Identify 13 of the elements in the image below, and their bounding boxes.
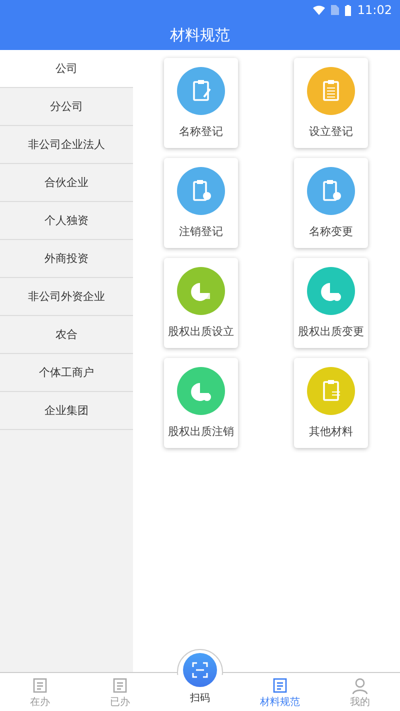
status-time: 11:02 — [357, 3, 392, 17]
material-card[interactable]: 名称变更 — [294, 158, 368, 248]
material-card[interactable]: 注销登记 — [164, 158, 238, 248]
material-card[interactable]: 股权出质注销 — [164, 358, 238, 448]
scan-label: 扫码 — [190, 692, 210, 705]
page-title: 材料规范 — [170, 26, 230, 44]
nav-tab[interactable]: 材料规范 — [240, 673, 320, 711]
material-card[interactable]: 设立登记 — [294, 58, 368, 148]
material-card[interactable]: 名称登记 — [164, 58, 238, 148]
material-card[interactable]: 其他材料 — [294, 358, 368, 448]
material-card[interactable]: 股权出质变更 — [294, 258, 368, 348]
material-card[interactable]: 股权出质设立 — [164, 258, 238, 348]
sidebar-item[interactable]: 公司 — [0, 50, 133, 88]
